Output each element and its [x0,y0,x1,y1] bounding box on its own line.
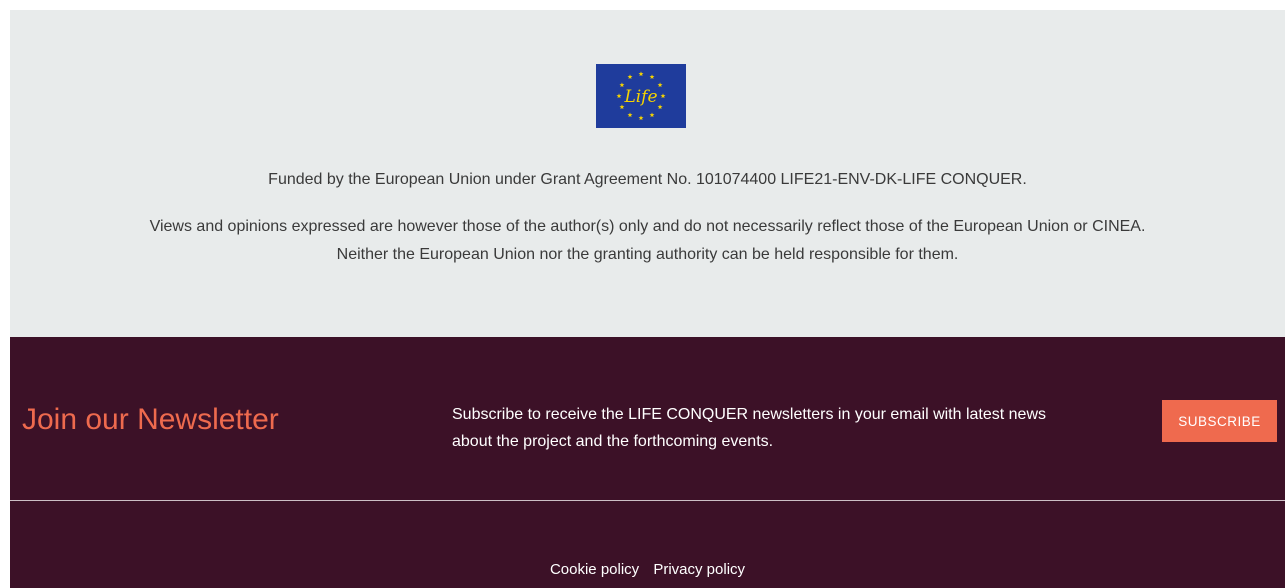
newsletter-section: Join our Newsletter Subscribe to receive… [10,337,1285,500]
newsletter-heading: Join our Newsletter [22,403,279,436]
subscribe-button[interactable]: SUBSCRIBE [1162,400,1277,442]
disclaimer-text: Views and opinions expressed are however… [149,218,1146,263]
privacy-policy-link[interactable]: Privacy policy [653,561,745,578]
funding-statement: Funded by the European Union under Grant… [268,171,1027,188]
footer: Cookie policy Privacy policy [10,501,1285,588]
newsletter-description: Subscribe to receive the LIFE CONQUER ne… [452,406,1047,450]
funding-section: Life Funded by the European Union under … [10,10,1285,337]
page: Life Funded by the European Union under … [0,0,1285,588]
eu-life-logo: Life [596,64,686,128]
cookie-policy-link[interactable]: Cookie policy [550,561,639,578]
life-logo-text: Life [623,87,657,107]
footer-links: Cookie policy Privacy policy [10,560,1285,580]
